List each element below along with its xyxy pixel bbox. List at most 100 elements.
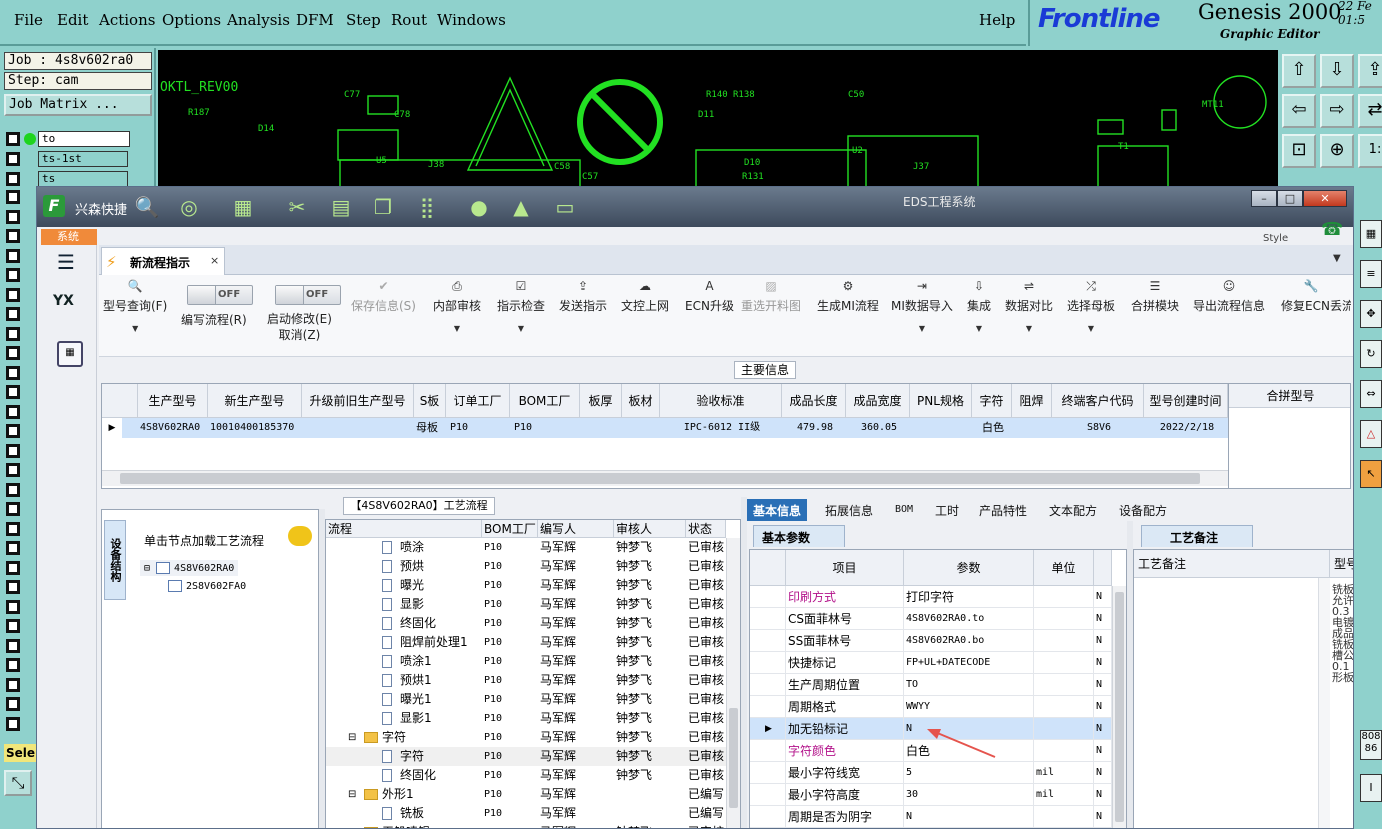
vertical-scrollbar[interactable] [726, 538, 740, 828]
menu-analysis[interactable]: Analysis [227, 11, 290, 29]
column-header[interactable]: 流程 [326, 520, 482, 538]
menu-actions[interactable]: Actions [99, 11, 155, 29]
layer-row-ts-1st[interactable]: ts-1st [6, 150, 152, 168]
tool-button[interactable]: ⊡ [1282, 134, 1316, 168]
strip-tool[interactable]: ↻ [1360, 340, 1382, 368]
layer-checkbox[interactable] [6, 172, 20, 186]
cell-value[interactable]: 打印字符 [904, 586, 1034, 608]
monitor-icon[interactable]: ▭ [551, 193, 579, 221]
column-header[interactable]: 成品长度 [782, 384, 846, 418]
tab-extended-info[interactable]: 拓展信息 [825, 502, 873, 519]
maximize-button[interactable]: □ [1277, 190, 1303, 207]
layer-checkbox[interactable] [6, 190, 20, 204]
cell[interactable]: P10 [512, 418, 572, 438]
column-header[interactable]: BOM工厂 [482, 520, 538, 538]
cell[interactable]: 4S8V602RA0 [138, 418, 208, 438]
column-header[interactable]: 板厚 [580, 384, 622, 418]
menu-edit[interactable]: Edit [57, 11, 88, 29]
tree-toggle-icon[interactable]: ⊟ [348, 728, 356, 747]
cell-value[interactable]: N [904, 806, 1034, 828]
menu-windows[interactable]: Windows [437, 11, 506, 29]
column-header[interactable]: 型号 [1330, 550, 1353, 578]
cell-value[interactable]: WWYY [904, 696, 1034, 718]
send-instruction-button[interactable]: ⇪ 发送指示 [559, 279, 607, 314]
yx-logo[interactable]: YX [53, 293, 87, 325]
horizontal-scrollbar[interactable] [102, 470, 1228, 486]
cell-value[interactable]: 30 [904, 784, 1034, 806]
system-tab[interactable]: 系统 [41, 229, 97, 245]
tab-close-icon[interactable]: × [210, 254, 219, 267]
tool-button[interactable]: ⇄ [1358, 94, 1382, 128]
table-row[interactable]: 预烘 P10 马军辉 钟梦飞 已审核 [326, 557, 726, 576]
table-row[interactable]: 曝光 P10 马军辉 钟梦飞 已审核 [326, 576, 726, 595]
menu-help[interactable]: Help [979, 11, 1015, 29]
table-row[interactable]: 喷涂 P10 马军辉 钟梦飞 已审核 [326, 538, 726, 557]
menu-rout[interactable]: Rout [391, 11, 427, 29]
edit-flow-switch[interactable]: OFF [187, 285, 253, 305]
table-row[interactable]: ⊟ 外形1 P10 马军辉 已编写 [326, 785, 726, 804]
cell-value[interactable]: TO [904, 674, 1034, 696]
table-row[interactable]: 喷涂1 P10 马军辉 钟梦飞 已审核 [326, 652, 726, 671]
merge-module-button[interactable]: ☰ 合拼模块 [1131, 279, 1179, 314]
column-header[interactable]: 参数 [904, 550, 1034, 586]
tab-new-flow[interactable]: ⚡ 新流程指示 × [101, 247, 225, 275]
column-header[interactable]: 状态 [686, 520, 726, 538]
layer-checkbox[interactable] [6, 716, 20, 731]
column-header[interactable]: 验收标准 [660, 384, 782, 418]
menu-options[interactable]: Options [162, 11, 221, 29]
table-row[interactable]: 阻焊前处理1 P10 马军辉 钟梦飞 已审核 [326, 633, 726, 652]
strip-tool[interactable]: ✥ [1360, 300, 1382, 328]
table-row[interactable]: ⊟ 字符 P10 马军辉 钟梦飞 已审核 [326, 728, 726, 747]
model-query-button[interactable]: 🔍 型号查询(F) ▼ [103, 279, 167, 333]
column-header[interactable]: 成品宽度 [846, 384, 910, 418]
layer-checkbox[interactable] [6, 580, 20, 594]
table-row[interactable]: 显影 P10 马军辉 钟梦飞 已审核 [326, 595, 726, 614]
cell[interactable]: 母板 [414, 418, 446, 438]
equipment-structure-tab[interactable]: 设备结构 [104, 520, 126, 600]
user-icon[interactable]: ● [465, 193, 493, 221]
column-header[interactable]: 终端客户代码 [1052, 384, 1144, 418]
tool-button[interactable]: ⇧ [1282, 54, 1316, 88]
cell-value[interactable]: 4S8V602RA0.to [904, 608, 1034, 630]
repair-ecn-button[interactable]: 🔧 修复ECN丢流 [1281, 279, 1351, 314]
column-header[interactable]: 板材 [622, 384, 660, 418]
splitter[interactable] [741, 497, 747, 828]
calculator-icon[interactable]: ▦ [57, 341, 83, 367]
data-compare-button[interactable]: ⇌ 数据对比 ▼ [1005, 279, 1053, 333]
film-icon[interactable]: ▤ [327, 193, 355, 221]
menu-dfm[interactable]: DFM [296, 11, 334, 29]
menu-file[interactable]: File [14, 11, 43, 29]
column-header[interactable]: S板 [414, 384, 446, 418]
layer-checkbox[interactable] [6, 229, 20, 243]
column-header[interactable]: 生产型号 [138, 384, 208, 418]
save-info-button[interactable]: ✔ 保存信息(S) [351, 279, 416, 314]
table-row[interactable]: 曝光1 P10 马军辉 钟梦飞 已审核 [326, 690, 726, 709]
column-header[interactable]: PNL规格 [910, 384, 972, 418]
internal-review-button[interactable]: ⎙ 内部审核 ▼ [433, 279, 481, 333]
process-remark-tab[interactable]: 工艺备注 [1141, 525, 1253, 547]
tool-button[interactable]: ⇩ [1320, 54, 1354, 88]
table-row[interactable]: ⊟ 无铅喷锡P10 马军辉钟梦飞已审核 [326, 823, 726, 828]
minimize-button[interactable]: – [1251, 190, 1277, 207]
vertical-scrollbar[interactable] [1318, 578, 1330, 828]
layer-checkbox[interactable] [6, 287, 20, 302]
strip-tool[interactable]: ▦ [1360, 220, 1382, 248]
layer-checkbox[interactable] [6, 560, 20, 575]
strip-tool[interactable]: I [1360, 774, 1382, 802]
tab-text-recipe[interactable]: 文本配方 [1049, 502, 1097, 519]
column-header[interactable]: 审核人 [614, 520, 686, 538]
column-header[interactable]: 订单工厂 [446, 384, 510, 418]
tree-toggle-icon[interactable]: ⊟ [348, 823, 356, 828]
param-row[interactable]: 最小字符线宽 5 mil N [750, 762, 1112, 784]
param-row[interactable]: 周期格式 WWYY N [750, 696, 1112, 718]
copy-icon[interactable]: ❐ [369, 193, 397, 221]
column-header[interactable]: 型号创建时间 [1144, 384, 1228, 418]
layer-checkbox[interactable] [6, 209, 20, 224]
cell[interactable]: IPC-6012 II级 [662, 418, 780, 438]
strip-tool[interactable]: △ [1360, 420, 1382, 448]
column-header[interactable]: 新生产型号 [208, 384, 302, 418]
param-row[interactable]: 字符颜色 白色 N [750, 740, 1112, 762]
tab-dropdown-icon[interactable]: ▼ [1333, 253, 1341, 264]
layer-checkbox[interactable] [6, 385, 20, 399]
cell-value[interactable]: N [904, 718, 1034, 740]
